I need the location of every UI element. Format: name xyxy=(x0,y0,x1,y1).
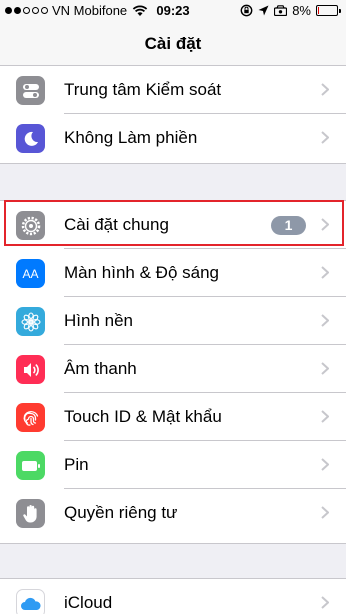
settings-item-label: Âm thanh xyxy=(64,359,137,378)
status-bar: VN Mobifone 09:23 8% xyxy=(0,0,346,22)
settings-item-touch-id-passcode[interactable]: Touch ID & Mật khẩu xyxy=(0,393,346,441)
settings-item-icloud[interactable]: iCloud xyxy=(0,579,346,614)
control-center-icon xyxy=(16,76,45,105)
chevron-right-icon xyxy=(321,506,329,519)
text-size-icon: AA xyxy=(16,259,45,288)
settings-item-label: Quyền riêng tư xyxy=(64,503,178,522)
settings-item-label: Trung tâm Kiểm soát xyxy=(64,80,222,99)
settings-item-battery[interactable]: Pin xyxy=(0,441,346,489)
location-arrow-icon xyxy=(258,5,269,16)
settings-item-label: iCloud xyxy=(64,593,113,612)
cloud-icon xyxy=(16,589,45,614)
settings-item-wallpaper[interactable]: Hình nền xyxy=(0,297,346,345)
moon-icon xyxy=(16,124,45,153)
battery-icon xyxy=(16,451,45,480)
settings-group-2: Cài đặt chung 1 AA Màn hình & Độ sáng Hì… xyxy=(0,200,346,544)
fingerprint-icon xyxy=(16,403,45,432)
chevron-right-icon xyxy=(321,410,329,423)
page-title: Cài đặt xyxy=(144,34,202,53)
highlight-box xyxy=(4,200,344,246)
settings-item-control-center[interactable]: Trung tâm Kiểm soát xyxy=(0,66,346,114)
battery-percent: 8% xyxy=(292,3,311,18)
speaker-icon xyxy=(16,355,45,384)
flower-icon xyxy=(16,307,45,336)
settings-item-label: Màn hình & Độ sáng xyxy=(64,263,219,282)
settings-item-label: Touch ID & Mật khẩu xyxy=(64,407,222,426)
settings-item-sounds[interactable]: Âm thanh xyxy=(0,345,346,393)
rotation-lock-icon xyxy=(240,4,253,17)
navigation-bar: Cài đặt xyxy=(0,22,346,66)
chevron-right-icon xyxy=(321,266,329,279)
settings-item-label: Hình nền xyxy=(64,311,133,330)
settings-item-label: Pin xyxy=(64,455,89,474)
settings-item-display-brightness[interactable]: AA Màn hình & Độ sáng xyxy=(0,249,346,297)
settings-group-1: Trung tâm Kiểm soát Không Làm phiền xyxy=(0,66,346,164)
battery-icon xyxy=(316,5,341,16)
chevron-right-icon xyxy=(321,596,329,609)
chevron-right-icon xyxy=(321,362,329,375)
settings-item-do-not-disturb[interactable]: Không Làm phiền xyxy=(0,114,346,162)
chevron-right-icon xyxy=(321,314,329,327)
chevron-right-icon xyxy=(321,458,329,471)
settings-item-privacy[interactable]: Quyền riêng tư xyxy=(0,489,346,537)
settings-item-label: Không Làm phiền xyxy=(64,128,198,147)
chevron-right-icon xyxy=(321,83,329,96)
chevron-right-icon xyxy=(321,131,329,144)
hand-icon xyxy=(16,499,45,528)
settings-group-3: iCloud xyxy=(0,578,346,614)
alarm-icon xyxy=(274,5,288,16)
